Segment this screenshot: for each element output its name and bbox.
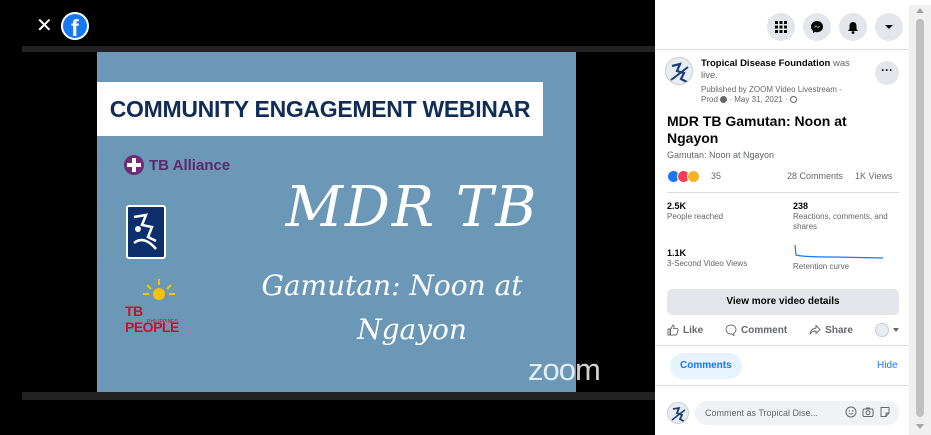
like-label: Like — [683, 324, 704, 336]
slide-subtitle-line1: Gamutan: Noon at — [261, 269, 523, 302]
publisher-text: Published by ZOOM Video Livestream - — [701, 85, 842, 94]
comments-divider — [655, 385, 909, 386]
slide-title: MDR TB — [285, 175, 539, 240]
view-count: 1K Views — [855, 171, 893, 181]
post-author-line: Tropical Disease Foundation was live. — [701, 58, 861, 82]
three-second-views-stat: 1.1K 3-Second Video Views — [667, 248, 787, 269]
post-as-selector[interactable] — [874, 323, 899, 337]
page-avatar[interactable] — [665, 57, 693, 85]
foundation-logo-icon — [126, 205, 166, 259]
info-icon[interactable] — [720, 96, 728, 103]
chevron-down-icon — [892, 328, 899, 332]
publisher-line: Published by ZOOM Video Livestream - Pro… — [701, 85, 861, 105]
notifications-bell-icon[interactable] — [839, 13, 867, 41]
menu-grid-icon[interactable] — [767, 13, 795, 41]
share-button[interactable]: Share — [809, 324, 853, 336]
stats-divider — [667, 192, 899, 193]
engagement-label: Reactions, comments, and shares — [793, 212, 888, 231]
scroll-thumb[interactable] — [916, 19, 924, 417]
facebook-logo-icon[interactable]: f — [61, 12, 89, 41]
engagement-value: 238 — [793, 201, 809, 211]
page-name-link[interactable]: Tropical Disease Foundation — [701, 58, 830, 69]
account-caret-icon[interactable] — [875, 13, 903, 41]
people-reached-label: People reached — [667, 212, 724, 221]
video-slide: COMMUNITY ENGAGEMENT WEBINAR TB Alliance… — [97, 52, 576, 392]
hide-comments-link[interactable]: Hide — [877, 360, 898, 371]
share-label: Share — [825, 324, 853, 336]
tb-alliance-text: TB Alliance — [149, 156, 231, 174]
comment-count[interactable]: 28 Comments — [787, 171, 843, 181]
comment-input-icons — [845, 406, 891, 418]
video-description: Gamutan: Noon at Ngayon — [667, 150, 775, 160]
video-title: MDR TB Gamutan: Noon at Ngayon — [667, 113, 847, 146]
slide-header-banner: COMMUNITY ENGAGEMENT WEBINAR — [97, 82, 543, 136]
people-reached-stat: 2.5K People reached — [667, 201, 777, 222]
post-actions: Like Comment Share — [667, 320, 899, 340]
actions-divider — [655, 345, 909, 346]
page-avatar-small — [874, 323, 889, 337]
comment-input-wrapper — [695, 401, 899, 425]
reactions-summary: 35 28 Comments 1K Views — [667, 169, 899, 185]
reaction-icons[interactable] — [667, 170, 700, 183]
header-icons — [767, 13, 903, 41]
emoji-icon[interactable] — [845, 406, 857, 418]
people-reached-value: 2.5K — [667, 201, 687, 211]
commenter-avatar — [667, 402, 689, 424]
scroll-up-arrow-icon[interactable] — [916, 8, 924, 13]
video-letterbox-bottom — [22, 392, 655, 400]
comment-button[interactable]: Comment — [725, 324, 787, 336]
retention-label: Retention curve — [793, 262, 850, 271]
three-second-views-value: 1.1K — [667, 248, 687, 258]
scroll-down-arrow-icon[interactable] — [916, 424, 924, 429]
messenger-icon[interactable] — [803, 13, 831, 41]
three-second-views-label: 3-Second Video Views — [667, 259, 748, 268]
camera-icon[interactable] — [862, 406, 874, 418]
sticker-icon[interactable] — [879, 406, 891, 418]
comment-bubble-icon — [725, 324, 737, 336]
comment-label: Comment — [741, 324, 788, 336]
comment-input[interactable] — [705, 405, 833, 421]
close-icon[interactable]: ✕ — [36, 16, 53, 36]
tb-alliance-logo: TB Alliance — [124, 155, 230, 175]
tab-comments[interactable]: Comments — [670, 353, 742, 379]
care-reaction-icon — [687, 170, 700, 183]
retention-stat: Retention curve — [793, 243, 893, 272]
reaction-count[interactable]: 35 — [711, 171, 721, 181]
slide-subtitle-line2: Ngayon — [357, 313, 467, 346]
retention-curve-chart — [794, 244, 884, 259]
tb-alliance-cross-icon — [124, 155, 144, 175]
tb-people-logo: TB PEOPLE PHILIPPINES — [125, 277, 195, 335]
engagement-stat: 238 Reactions, comments, and shares — [793, 201, 889, 232]
side-panel-scrollbar[interactable] — [909, 5, 931, 435]
header-divider — [655, 49, 909, 50]
publisher-text-2: Prod — [701, 95, 718, 104]
public-globe-icon — [789, 96, 797, 103]
tb-people-subtext: PHILIPPINES — [147, 319, 178, 325]
slide-header-text: COMMUNITY ENGAGEMENT WEBINAR — [109, 95, 531, 122]
zoom-watermark: zoom — [528, 352, 601, 387]
view-more-details-button[interactable]: View more video details — [667, 289, 899, 315]
like-thumb-icon — [667, 324, 679, 336]
share-arrow-icon — [809, 324, 821, 335]
like-button[interactable]: Like — [667, 324, 703, 336]
more-options-button[interactable]: ··· — [875, 61, 899, 85]
post-side-panel: Tropical Disease Foundation was live. Pu… — [655, 5, 909, 435]
post-date[interactable]: · May 31, 2021 · — [729, 95, 787, 104]
